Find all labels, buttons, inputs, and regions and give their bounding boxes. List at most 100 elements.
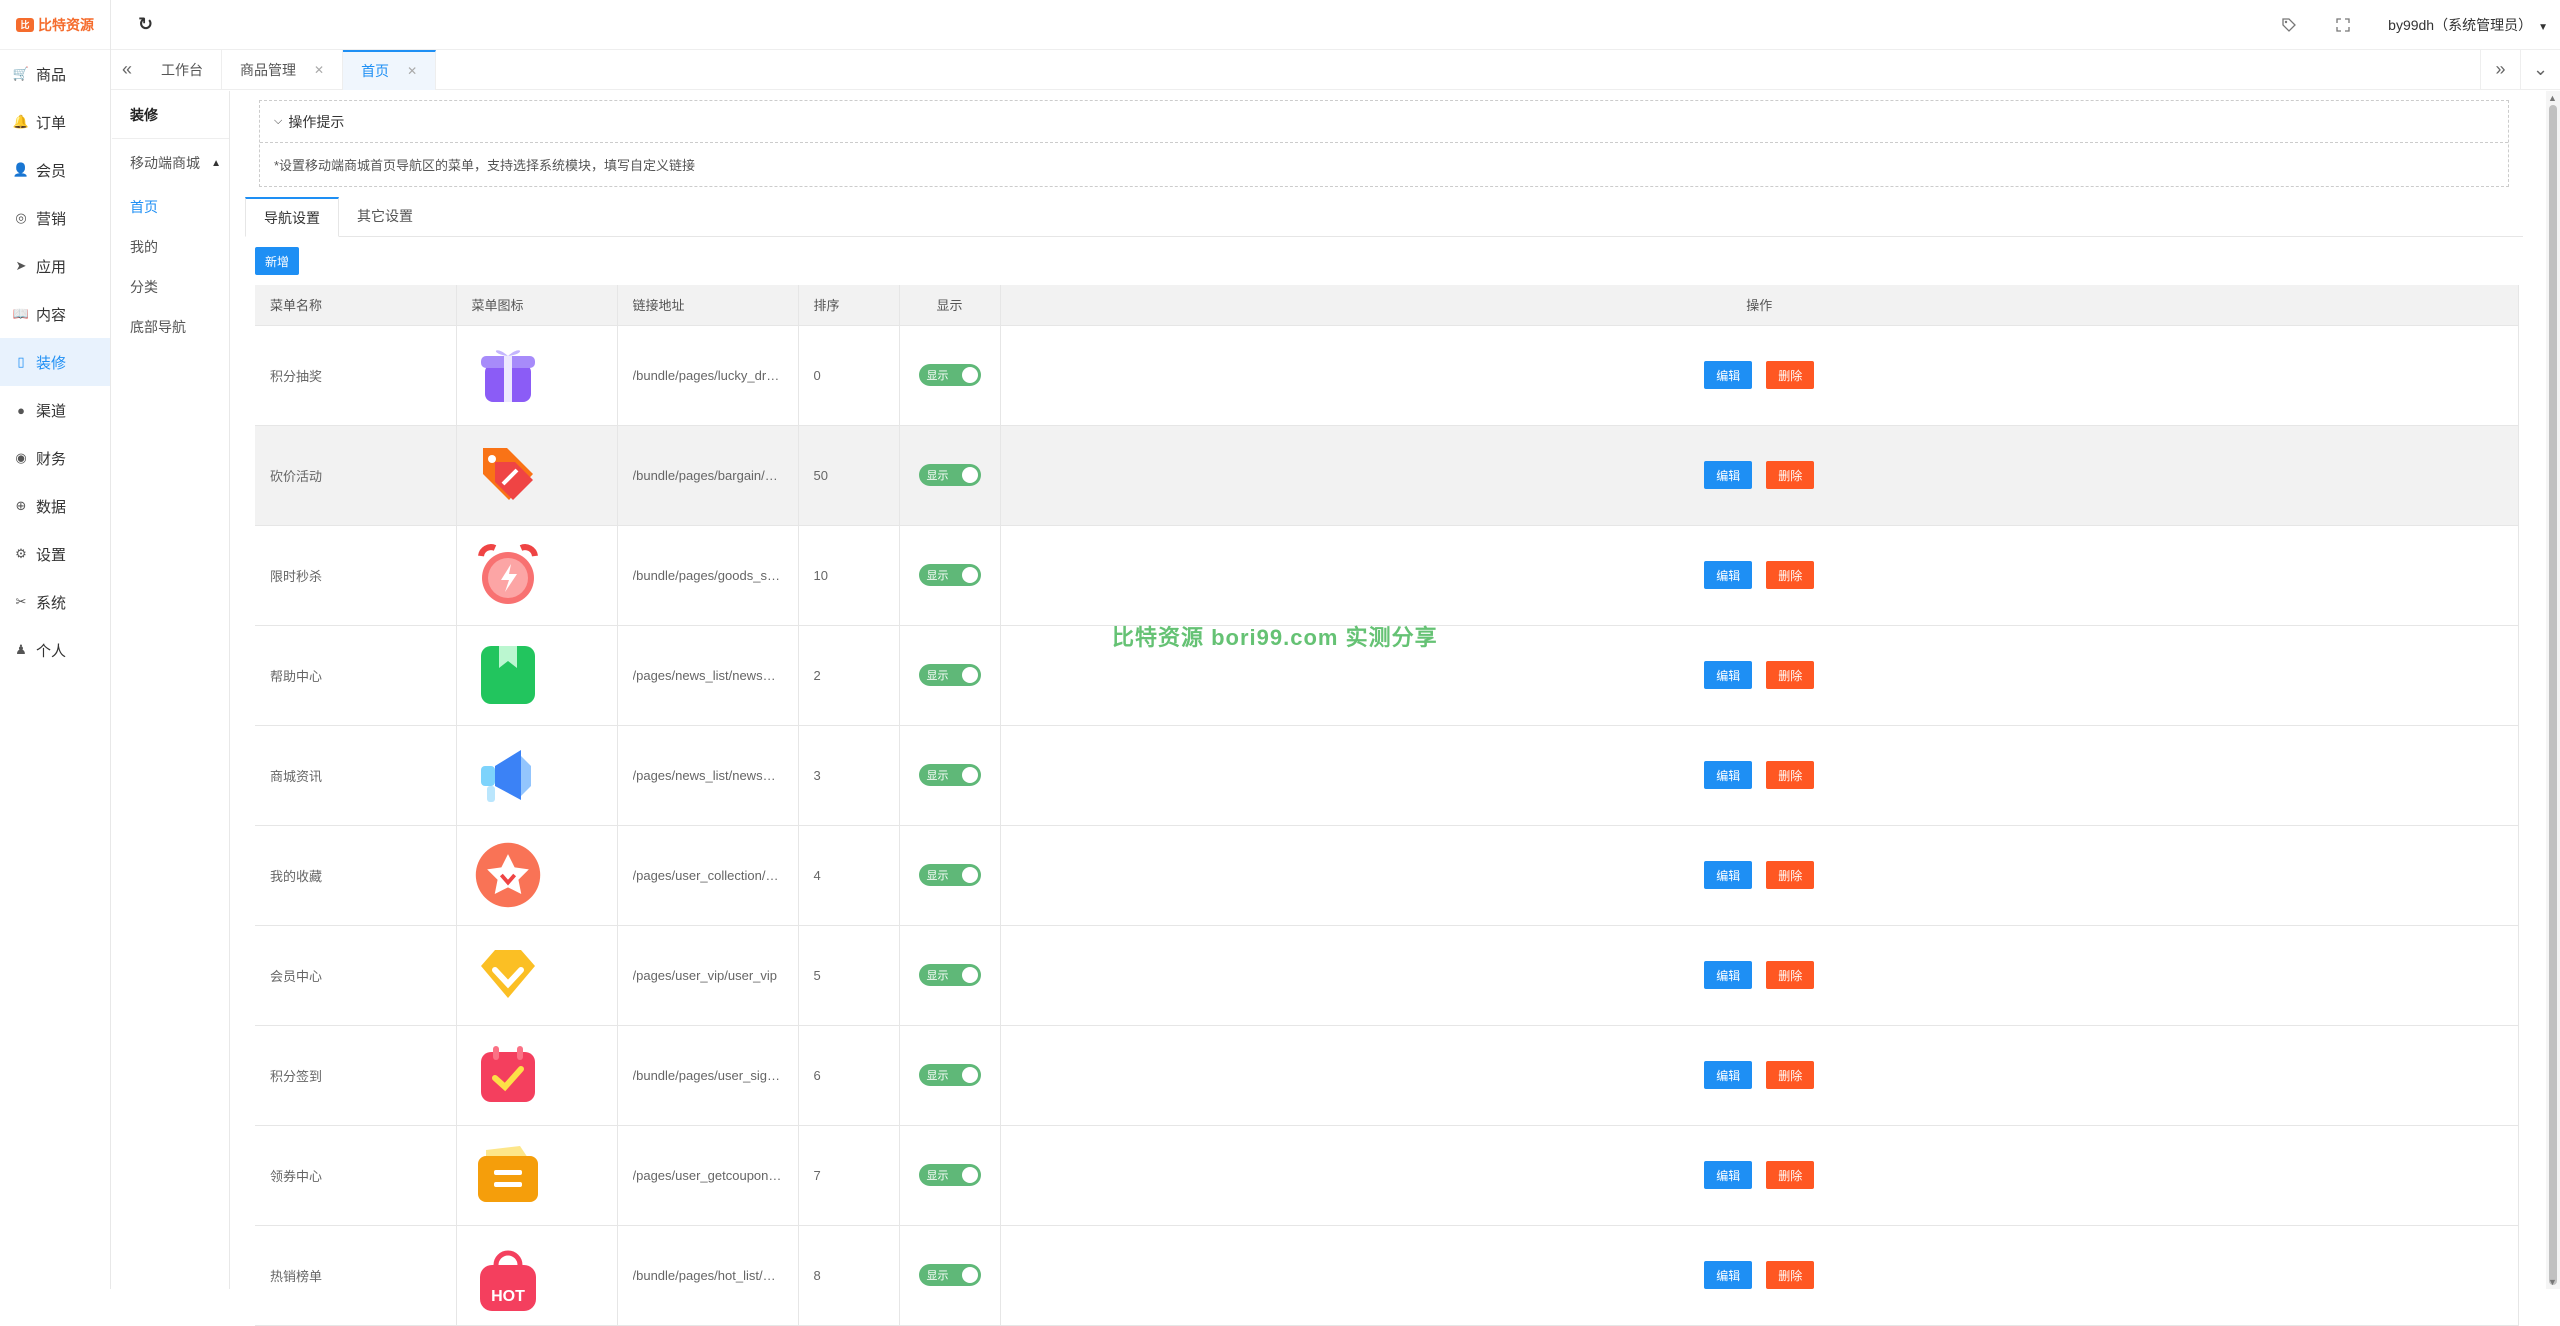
nav-item-4[interactable]: ➤应用: [0, 242, 110, 290]
edit-button[interactable]: 编辑: [1704, 661, 1752, 689]
nav-item-label: 数据: [36, 496, 66, 517]
nav-item-11[interactable]: ✂系统: [0, 578, 110, 626]
add-button[interactable]: 新增: [255, 247, 299, 275]
delete-button[interactable]: 删除: [1766, 961, 1814, 989]
toggle-label: 显示: [927, 367, 949, 383]
show-toggle[interactable]: 显示: [919, 764, 981, 786]
delete-button[interactable]: 删除: [1766, 1161, 1814, 1189]
column-header: 菜单图标: [456, 285, 617, 325]
nav-item-12[interactable]: ♟个人: [0, 626, 110, 674]
delete-button[interactable]: 删除: [1766, 761, 1814, 789]
nav-item-1[interactable]: 🔔订单: [0, 98, 110, 146]
cell-name: 我的收藏: [255, 825, 456, 925]
edit-button[interactable]: 编辑: [1704, 1161, 1752, 1189]
column-header: 显示: [899, 285, 1000, 325]
page-tab-workbench[interactable]: 工作台: [143, 50, 222, 90]
user-menu[interactable]: by99dh（系统管理员）▼: [2388, 15, 2548, 35]
nav-item-8[interactable]: ◉财务: [0, 434, 110, 482]
close-icon[interactable]: ✕: [314, 63, 324, 77]
page-tab-goods[interactable]: 商品管理✕: [222, 50, 343, 90]
nav-item-0[interactable]: 🛒商品: [0, 50, 110, 98]
collapse-left-icon[interactable]: «: [111, 59, 143, 80]
delete-button[interactable]: 删除: [1766, 1061, 1814, 1089]
cell-actions: 编辑删除: [1000, 1025, 2519, 1125]
logo-mark: 比: [16, 18, 34, 32]
show-toggle[interactable]: 显示: [919, 664, 981, 686]
scroll-right-icon[interactable]: »: [2480, 50, 2520, 90]
table-header-row: 菜单名称 菜单图标 链接地址 排序 显示 操作: [255, 285, 2519, 325]
link-text: /pages/user_vip/user_vip: [633, 968, 783, 983]
tab-other-settings[interactable]: 其它设置: [339, 196, 431, 236]
edit-button[interactable]: 编辑: [1704, 561, 1752, 589]
tag-icon[interactable]: [2280, 16, 2298, 34]
sub-nav-item-bottom-nav[interactable]: 底部导航: [112, 307, 229, 347]
delete-button[interactable]: 删除: [1766, 661, 1814, 689]
tips-header[interactable]: ⌵操作提示: [260, 101, 2508, 143]
toggle-label: 显示: [927, 1167, 949, 1183]
scroll-down-icon[interactable]: ▼: [2548, 1277, 2557, 1287]
sub-nav-title: 装修: [112, 91, 229, 139]
show-toggle[interactable]: 显示: [919, 464, 981, 486]
user-icon: 👤: [14, 163, 28, 177]
nav-item-6[interactable]: ▯装修: [0, 338, 110, 386]
scroll-thumb[interactable]: [2549, 105, 2557, 1285]
show-toggle[interactable]: 显示: [919, 964, 981, 986]
cell-icon: [456, 325, 617, 425]
cell-actions: 编辑删除: [1000, 325, 2519, 425]
cell-icon: [456, 725, 617, 825]
sub-nav-item-home[interactable]: 首页: [112, 187, 229, 227]
tab-nav-settings[interactable]: 导航设置: [245, 197, 339, 237]
person-icon: ♟: [14, 643, 28, 657]
page-tab-home[interactable]: 首页✕: [343, 50, 436, 90]
show-toggle[interactable]: 显示: [919, 564, 981, 586]
nav-item-10[interactable]: ⚙设置: [0, 530, 110, 578]
sub-nav-item-mine[interactable]: 我的: [112, 227, 229, 267]
edit-button[interactable]: 编辑: [1704, 461, 1752, 489]
toggle-label: 显示: [927, 1067, 949, 1083]
toggle-label: 显示: [927, 767, 949, 783]
delete-button[interactable]: 删除: [1766, 361, 1814, 389]
nav-item-7[interactable]: ●渠道: [0, 386, 110, 434]
cell-sort: 50: [798, 425, 899, 525]
logo[interactable]: 比 比特资源: [0, 0, 110, 50]
bell-icon: 🔔: [14, 115, 28, 129]
show-toggle[interactable]: 显示: [919, 1264, 981, 1286]
toggle-knob: [962, 567, 978, 583]
cell-name: 限时秒杀: [255, 525, 456, 625]
link-text: /bundle/pages/bargain/bargain: [633, 468, 783, 483]
cell-show: 显示: [899, 725, 1000, 825]
delete-button[interactable]: 删除: [1766, 561, 1814, 589]
sub-nav-item-category[interactable]: 分类: [112, 267, 229, 307]
chevron-down-icon[interactable]: ⌄: [2520, 50, 2560, 90]
show-toggle[interactable]: 显示: [919, 1164, 981, 1186]
fullscreen-icon[interactable]: [2334, 16, 2352, 34]
nav-item-5[interactable]: 📖内容: [0, 290, 110, 338]
show-toggle[interactable]: 显示: [919, 864, 981, 886]
show-toggle[interactable]: 显示: [919, 1064, 981, 1086]
scrollbar[interactable]: ▲ ▼: [2546, 91, 2560, 1289]
delete-button[interactable]: 删除: [1766, 461, 1814, 489]
cell-sort: 10: [798, 525, 899, 625]
cell-show: 显示: [899, 1125, 1000, 1225]
close-icon[interactable]: ✕: [407, 64, 417, 78]
scroll-up-icon[interactable]: ▲: [2548, 93, 2557, 103]
nav-item-2[interactable]: 👤会员: [0, 146, 110, 194]
edit-button[interactable]: 编辑: [1704, 861, 1752, 889]
nav-item-9[interactable]: ⊕数据: [0, 482, 110, 530]
edit-button[interactable]: 编辑: [1704, 961, 1752, 989]
tips-panel: ⌵操作提示 *设置移动端商城首页导航区的菜单，支持选择系统模块，填写自定义链接: [259, 100, 2509, 187]
cell-sort: 7: [798, 1125, 899, 1225]
cell-link: /pages/user_vip/user_vip: [617, 925, 798, 1025]
refresh-icon[interactable]: ↻: [138, 14, 153, 35]
sub-nav-group[interactable]: 移动端商城▲: [112, 139, 229, 187]
cell-name: 领券中心: [255, 1125, 456, 1225]
edit-button[interactable]: 编辑: [1704, 361, 1752, 389]
delete-button[interactable]: 删除: [1766, 1261, 1814, 1289]
edit-button[interactable]: 编辑: [1704, 1261, 1752, 1289]
nav-item-3[interactable]: ◎营销: [0, 194, 110, 242]
delete-button[interactable]: 删除: [1766, 861, 1814, 889]
edit-button[interactable]: 编辑: [1704, 761, 1752, 789]
column-header: 操作: [1000, 285, 2519, 325]
show-toggle[interactable]: 显示: [919, 364, 981, 386]
edit-button[interactable]: 编辑: [1704, 1061, 1752, 1089]
